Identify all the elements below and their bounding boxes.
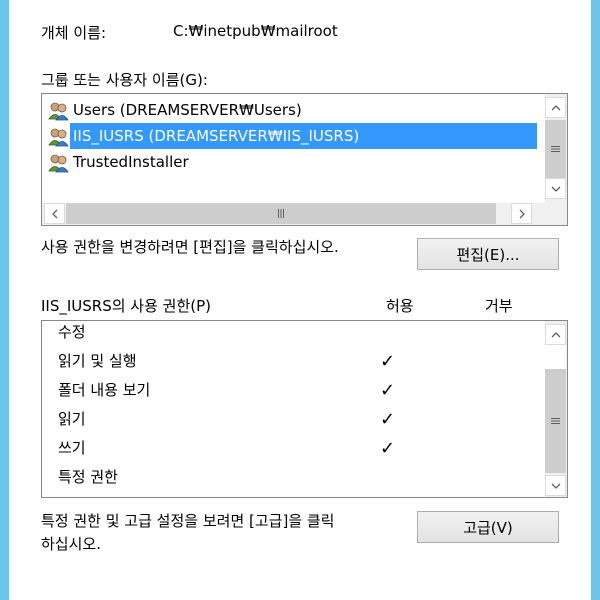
chevron-left-icon bbox=[51, 209, 57, 218]
chevron-up-icon bbox=[551, 104, 560, 110]
list-item-users[interactable]: Users (DREAMSERVER₩Users) bbox=[42, 97, 305, 123]
permission-row-modify: 수정 bbox=[42, 321, 538, 347]
chevron-up-icon bbox=[551, 331, 560, 337]
users-group-icon bbox=[48, 102, 69, 120]
scroll-up-button[interactable] bbox=[545, 324, 566, 345]
object-name-label: 개체 이름: bbox=[41, 24, 107, 42]
list-item-label: Users (DREAMSERVER₩Users) bbox=[73, 101, 302, 119]
advanced-instruction-line2: 하십시오. bbox=[41, 535, 101, 553]
chevron-right-icon bbox=[519, 209, 525, 218]
permission-name: 특정 권한 bbox=[58, 468, 118, 486]
group-user-list[interactable]: Users (DREAMSERVER₩Users) IIS_IUSRS (DRE… bbox=[41, 93, 568, 226]
scroll-right-button[interactable] bbox=[511, 203, 532, 224]
list-item-label: TrustedInstaller bbox=[73, 153, 189, 171]
advanced-button[interactable]: 고급(V) bbox=[417, 511, 559, 543]
window-frame-left bbox=[0, 0, 9, 600]
grip-icon bbox=[551, 146, 560, 152]
allow-column-header: 허용 bbox=[386, 297, 414, 315]
allow-check-icon: ✓ bbox=[380, 351, 396, 372]
list-item-trustedinstaller[interactable]: TrustedInstaller bbox=[42, 149, 192, 175]
list-item-iis-iusrs[interactable]: IIS_IUSRS (DREAMSERVER₩IIS_IUSRS) bbox=[42, 123, 538, 149]
window-frame-right bbox=[591, 0, 600, 600]
edit-button-label: 편집(E)... bbox=[456, 245, 520, 264]
allow-check-icon: ✓ bbox=[380, 380, 396, 401]
permission-name: 쓰기 bbox=[58, 439, 86, 457]
edit-button[interactable]: 편집(E)... bbox=[417, 238, 559, 270]
permission-name: 수정 bbox=[58, 323, 86, 341]
grip-icon bbox=[551, 418, 560, 424]
list-item-label: IIS_IUSRS (DREAMSERVER₩IIS_IUSRS) bbox=[70, 123, 538, 149]
deny-column-header: 거부 bbox=[485, 297, 513, 315]
permission-name: 읽기 bbox=[58, 410, 86, 428]
group-list-hscrollbar[interactable] bbox=[42, 203, 545, 225]
scroll-up-button[interactable] bbox=[545, 97, 566, 118]
scroll-track-top bbox=[545, 345, 566, 369]
permission-row-read-execute: 읽기 및 실행 ✓ bbox=[42, 347, 538, 376]
scroll-thumb[interactable] bbox=[66, 203, 496, 224]
group-list-vscrollbar[interactable] bbox=[545, 94, 567, 203]
permission-row-read: 읽기 ✓ bbox=[42, 405, 538, 434]
permissions-vscrollbar[interactable] bbox=[545, 321, 567, 497]
scroll-corner bbox=[545, 203, 567, 225]
scroll-down-button[interactable] bbox=[545, 178, 566, 199]
permission-row-special: 특정 권한 bbox=[42, 463, 538, 492]
grip-icon bbox=[278, 209, 284, 218]
permissions-title: IIS_IUSRS의 사용 권한(P) bbox=[41, 297, 212, 315]
allow-check-icon: ✓ bbox=[380, 438, 396, 459]
scroll-thumb[interactable] bbox=[545, 369, 566, 473]
chevron-down-icon bbox=[551, 483, 560, 489]
scroll-left-button[interactable] bbox=[44, 203, 65, 224]
allow-check-icon: ✓ bbox=[380, 409, 396, 430]
edit-instruction: 사용 권한을 변경하려면 [편집]을 클릭하십시오. bbox=[41, 238, 339, 256]
advanced-instruction-line1: 특정 권한 및 고급 설정을 보려면 [고급]을 클릭 bbox=[41, 512, 335, 530]
scroll-thumb[interactable] bbox=[545, 120, 566, 178]
permissions-list[interactable]: 수정 읽기 및 실행 ✓ 폴더 내용 보기 ✓ 읽기 ✓ 쓰기 ✓ 특정 권한 bbox=[41, 320, 568, 498]
users-group-icon bbox=[48, 128, 69, 146]
security-tab-panel: 개체 이름: C:₩inetpub₩mailroot 그룹 또는 사용자 이름(… bbox=[9, 0, 591, 600]
permission-row-list-folder: 폴더 내용 보기 ✓ bbox=[42, 376, 538, 405]
chevron-down-icon bbox=[551, 186, 560, 192]
advanced-button-label: 고급(V) bbox=[463, 518, 513, 537]
users-group-icon bbox=[48, 154, 69, 172]
scroll-down-button[interactable] bbox=[545, 475, 566, 496]
permission-name: 폴더 내용 보기 bbox=[58, 381, 151, 399]
permission-row-write: 쓰기 ✓ bbox=[42, 434, 538, 463]
permission-name: 읽기 및 실행 bbox=[58, 352, 137, 370]
group-list-label: 그룹 또는 사용자 이름(G): bbox=[41, 71, 208, 89]
object-name-value: C:₩inetpub₩mailroot bbox=[173, 22, 338, 40]
